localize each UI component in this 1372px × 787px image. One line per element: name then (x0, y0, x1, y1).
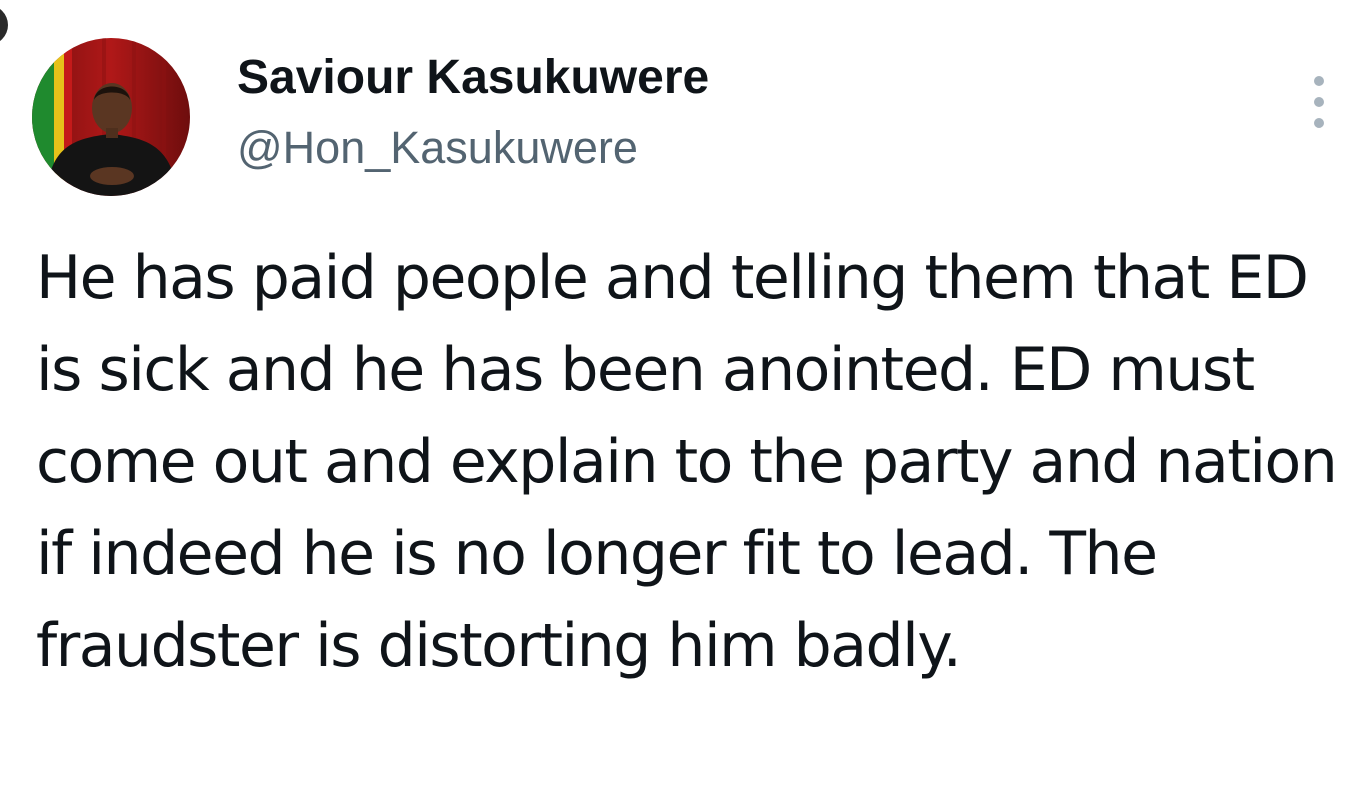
tweet-text: He has paid people and telling them that… (36, 243, 1338, 681)
corner-fragment (0, 5, 8, 45)
more-options-button[interactable] (1304, 74, 1334, 130)
avatar-image (32, 38, 190, 196)
avatar[interactable] (32, 38, 190, 196)
tweet-card: Saviour Kasukuwere @Hon_Kasukuwere He ha… (0, 0, 1372, 787)
author-display-name[interactable]: Saviour Kasukuwere (237, 48, 709, 108)
author-handle[interactable]: @Hon_Kasukuwere (237, 120, 638, 176)
